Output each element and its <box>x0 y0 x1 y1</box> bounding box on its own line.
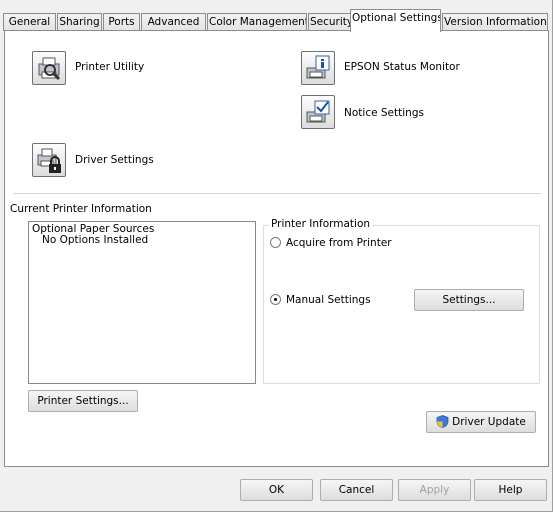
tab-advanced[interactable]: Advanced <box>141 13 206 31</box>
tab-general[interactable]: General <box>3 13 56 31</box>
status-monitor-icon <box>306 55 330 79</box>
printer-utility-button[interactable] <box>32 51 66 85</box>
help-button[interactable]: Help <box>474 479 547 501</box>
radio-unchecked-icon <box>270 237 281 248</box>
acquire-from-printer-radio[interactable]: Acquire from Printer <box>270 237 392 249</box>
tab-optional-settings[interactable]: Optional Settings <box>350 9 441 32</box>
tab-ports[interactable]: Ports <box>103 13 140 31</box>
driver-update-label: Driver Update <box>452 416 526 428</box>
ok-button[interactable]: OK <box>240 479 313 501</box>
notice-settings-button[interactable] <box>301 95 335 129</box>
apply-button[interactable]: Apply <box>398 479 471 501</box>
settings-button[interactable]: Settings... <box>414 289 524 311</box>
notice-settings-label: Notice Settings <box>344 107 424 119</box>
printer-settings-button[interactable]: Printer Settings... <box>28 390 138 412</box>
radio-checked-icon <box>270 294 281 305</box>
acquire-from-printer-label: Acquire from Printer <box>286 237 392 249</box>
list-item: No Options Installed <box>42 234 149 246</box>
tab-version-information[interactable]: Version Information <box>442 13 548 31</box>
current-printer-information-label: Current Printer Information <box>10 203 152 215</box>
tab-color-management[interactable]: Color Management <box>207 13 307 31</box>
printer-utility-label: Printer Utility <box>75 61 145 73</box>
tab-sharing[interactable]: Sharing <box>57 13 102 31</box>
driver-update-button[interactable]: Driver Update <box>426 411 536 433</box>
manual-settings-radio[interactable]: Manual Settings <box>270 294 371 306</box>
status-monitor-button[interactable] <box>301 51 335 85</box>
status-monitor-label: EPSON Status Monitor <box>344 61 460 73</box>
printer-properties-window: General Sharing Ports Advanced Color Man… <box>0 0 553 512</box>
tab-strip: General Sharing Ports Advanced Color Man… <box>3 9 549 32</box>
printer-utility-icon <box>38 57 61 81</box>
separator <box>13 193 541 194</box>
current-printer-information-list[interactable]: Optional Paper Sources No Options Instal… <box>28 221 256 384</box>
driver-settings-button[interactable] <box>32 143 66 177</box>
shield-icon <box>436 415 449 428</box>
optional-settings-panel: Printer Utility EPSON Status Monitor Not… <box>4 30 549 467</box>
driver-settings-label: Driver Settings <box>75 154 154 166</box>
tab-security[interactable]: Security <box>308 13 351 31</box>
lock-icon <box>37 148 61 173</box>
manual-settings-label: Manual Settings <box>286 294 371 306</box>
printer-information-title: Printer Information <box>269 218 373 230</box>
cancel-button[interactable]: Cancel <box>320 479 393 501</box>
notice-settings-icon <box>306 100 330 123</box>
